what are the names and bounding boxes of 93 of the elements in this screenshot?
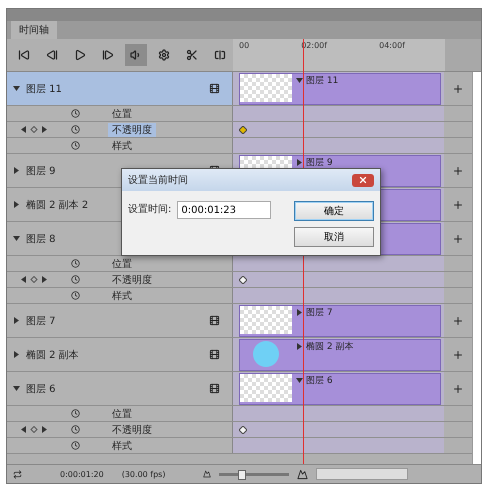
frame-rate: (30.00 fps) bbox=[122, 470, 166, 478]
close-icon[interactable] bbox=[358, 175, 368, 185]
layer-name: 图层 8 bbox=[26, 232, 56, 246]
stopwatch-icon[interactable] bbox=[71, 291, 80, 300]
property-label[interactable]: 不透明度 bbox=[108, 272, 156, 286]
add-icon[interactable] bbox=[452, 164, 464, 176]
speaker-icon[interactable] bbox=[130, 49, 142, 61]
scissors-icon[interactable] bbox=[186, 49, 198, 61]
stopwatch-icon[interactable] bbox=[71, 259, 80, 268]
field-label: 设置时间: bbox=[128, 202, 172, 217]
close-button[interactable] bbox=[352, 174, 374, 186]
transition-icon[interactable] bbox=[214, 49, 226, 61]
clip-label: 图层 7 bbox=[306, 306, 333, 318]
first-frame-icon[interactable] bbox=[18, 49, 30, 61]
expand-triangle-icon[interactable] bbox=[13, 317, 20, 324]
add-icon[interactable] bbox=[452, 198, 464, 210]
collapse-triangle-icon[interactable] bbox=[13, 235, 20, 242]
layer-name: 图层 6 bbox=[26, 382, 56, 396]
stopwatch-icon[interactable] bbox=[71, 441, 80, 450]
layer-clip[interactable]: 椭圆 2 副本 bbox=[239, 338, 441, 370]
clip-label: 椭圆 2 副本 bbox=[306, 340, 354, 352]
expand-triangle-icon[interactable] bbox=[296, 158, 303, 166]
layer-clip[interactable]: 图层 11 bbox=[239, 72, 441, 104]
expand-triangle-icon[interactable] bbox=[296, 342, 303, 350]
property-label[interactable]: 样式 bbox=[108, 288, 136, 302]
previous-frame-icon[interactable] bbox=[46, 49, 58, 61]
dialog-title: 设置当前时间 bbox=[128, 174, 188, 187]
vertical-scrollbar[interactable] bbox=[472, 72, 481, 464]
next-frame-icon[interactable] bbox=[102, 49, 114, 61]
property-label[interactable]: 位置 bbox=[108, 406, 136, 420]
transparent-thumbnail bbox=[240, 74, 292, 102]
film-icon[interactable] bbox=[209, 349, 220, 360]
property-label[interactable]: 样式 bbox=[108, 138, 136, 152]
current-time: 0:00:01:20 bbox=[60, 470, 104, 478]
add-icon[interactable] bbox=[452, 382, 464, 394]
add-icon[interactable] bbox=[452, 82, 464, 94]
film-icon[interactable] bbox=[209, 383, 220, 394]
transparent-thumbnail bbox=[240, 306, 292, 334]
play-icon[interactable] bbox=[74, 49, 86, 61]
stopwatch-icon[interactable] bbox=[71, 125, 80, 134]
stopwatch-icon[interactable] bbox=[71, 275, 80, 284]
keyframe-navigator-icon[interactable] bbox=[21, 276, 47, 283]
keyframe-navigator-icon[interactable] bbox=[21, 426, 47, 433]
property-label[interactable]: 不透明度 bbox=[108, 122, 156, 136]
keyframe-navigator-icon[interactable] bbox=[21, 126, 47, 133]
ruler-label: 04:00f bbox=[379, 41, 405, 52]
layer-name: 图层 7 bbox=[26, 314, 56, 328]
layer-row[interactable]: 图层 11 bbox=[7, 72, 233, 105]
expand-triangle-icon[interactable] bbox=[13, 201, 20, 208]
add-icon[interactable] bbox=[452, 232, 464, 244]
film-icon[interactable] bbox=[209, 315, 220, 326]
slider-thumb[interactable] bbox=[238, 470, 246, 480]
stopwatch-icon[interactable] bbox=[71, 141, 80, 150]
property-label[interactable]: 位置 bbox=[108, 256, 136, 270]
clip-label: 图层 11 bbox=[306, 74, 338, 86]
horizontal-scrollbar[interactable] bbox=[316, 468, 408, 480]
speaker-button[interactable] bbox=[125, 44, 147, 66]
collapse-triangle-icon[interactable] bbox=[13, 385, 20, 392]
time-input-field[interactable]: 0:00:01:23 bbox=[177, 201, 272, 219]
settings-icon[interactable] bbox=[158, 49, 170, 61]
add-icon[interactable] bbox=[452, 314, 464, 326]
ruler-label: 00 bbox=[239, 41, 250, 52]
film-icon[interactable] bbox=[209, 83, 220, 94]
keyframe-icon[interactable] bbox=[239, 276, 247, 284]
stopwatch-icon[interactable] bbox=[71, 425, 80, 434]
layer-name: 图层 9 bbox=[26, 164, 56, 178]
collapse-triangle-icon[interactable] bbox=[296, 76, 303, 84]
expand-triangle-icon[interactable] bbox=[13, 351, 20, 358]
property-label[interactable]: 位置 bbox=[108, 106, 136, 120]
dialog-button[interactable]: 确定 bbox=[294, 201, 374, 221]
keyframe-icon[interactable] bbox=[239, 126, 247, 134]
layer-name: 图层 11 bbox=[26, 82, 62, 96]
clip-label: 图层 6 bbox=[306, 374, 333, 386]
clip-label: 图层 9 bbox=[306, 156, 333, 168]
layer-name: 椭圆 2 副本 2 bbox=[26, 198, 88, 212]
collapse-triangle-icon[interactable] bbox=[296, 376, 303, 384]
layer-clip[interactable]: 图层 7 bbox=[239, 304, 441, 336]
add-icon[interactable] bbox=[452, 348, 464, 360]
collapse-triangle-icon[interactable] bbox=[13, 85, 20, 92]
layer-name: 椭圆 2 副本 bbox=[26, 348, 79, 362]
property-label[interactable]: 样式 bbox=[108, 438, 136, 452]
transparent-thumbnail bbox=[240, 374, 292, 402]
property-label[interactable]: 不透明度 bbox=[108, 422, 156, 436]
keyframe-icon[interactable] bbox=[239, 426, 247, 434]
loop-icon[interactable] bbox=[13, 470, 22, 478]
expand-triangle-icon[interactable] bbox=[13, 167, 20, 174]
circle-thumbnail-icon bbox=[251, 340, 281, 368]
dialog-button[interactable]: 取消 bbox=[294, 227, 374, 247]
expand-triangle-icon[interactable] bbox=[296, 308, 303, 316]
stopwatch-icon[interactable] bbox=[71, 109, 80, 118]
panel-tab[interactable]: 时间轴 bbox=[11, 21, 57, 39]
stopwatch-icon[interactable] bbox=[71, 409, 80, 418]
layer-clip[interactable]: 图层 6 bbox=[239, 372, 441, 404]
